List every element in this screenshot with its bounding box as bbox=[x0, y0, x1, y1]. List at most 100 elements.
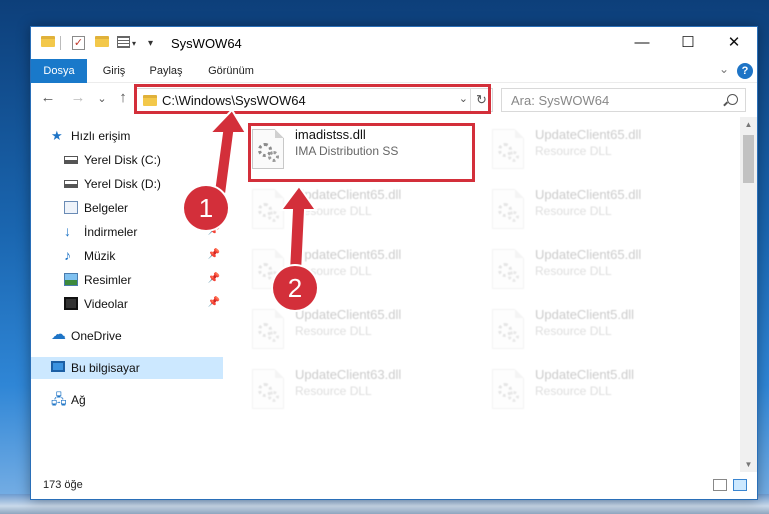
network-icon: 🖧 bbox=[51, 391, 67, 407]
dll-file-icon bbox=[492, 129, 524, 169]
search-icon[interactable] bbox=[727, 94, 738, 105]
dll-file-icon bbox=[492, 249, 524, 289]
pin-icon[interactable]: 📌 bbox=[208, 249, 220, 260]
recent-locations-button[interactable]: ⌄ bbox=[92, 92, 112, 105]
file-name: UpdateClient63.dll bbox=[295, 367, 402, 382]
sidebar-item-local-disk-c[interactable]: Yerel Disk (C:) bbox=[31, 149, 223, 171]
details-view-icon[interactable] bbox=[713, 479, 727, 491]
customize-view-icon[interactable] bbox=[117, 36, 130, 48]
search-placeholder: Ara: SysWOW64 bbox=[511, 93, 610, 108]
sidebar-item-music[interactable]: ♪ Müzik 📌 bbox=[31, 245, 223, 267]
status-bar: 173 öğe bbox=[31, 473, 757, 499]
file-description: Resource DLL bbox=[295, 204, 372, 218]
collapse-ribbon-icon[interactable]: ⌄ bbox=[719, 62, 729, 76]
file-item[interactable]: UpdateClient5.dll Resource DLL bbox=[486, 363, 718, 419]
file-description: Resource DLL bbox=[535, 324, 612, 338]
music-icon: ♪ bbox=[64, 247, 71, 263]
sidebar-item-label: Videolar bbox=[84, 297, 128, 311]
sidebar-item-quick-access[interactable]: ★ Hızlı erişim bbox=[31, 125, 223, 147]
sidebar-item-label: Yerel Disk (C:) bbox=[84, 153, 161, 167]
forward-button[interactable]: → bbox=[68, 89, 88, 106]
file-highlight bbox=[248, 123, 475, 182]
dll-file-icon bbox=[252, 309, 284, 349]
large-icons-view-icon[interactable] bbox=[733, 479, 747, 491]
sidebar-item-label: Ağ bbox=[71, 393, 86, 407]
quick-access-toolbar-menu-icon[interactable]: ▾ bbox=[148, 38, 153, 49]
pin-icon[interactable]: 📌 bbox=[208, 273, 220, 284]
tab-share[interactable]: Paylaş bbox=[143, 59, 189, 83]
file-description: Resource DLL bbox=[295, 384, 372, 398]
file-name: UpdateClient65.dll bbox=[535, 247, 642, 262]
pictures-icon bbox=[64, 273, 78, 286]
scroll-down-icon[interactable]: ▼ bbox=[740, 460, 757, 469]
sidebar-item-label: İndirmeler bbox=[84, 225, 138, 239]
item-count: 173 öğe bbox=[43, 479, 83, 491]
help-icon[interactable]: ? bbox=[737, 63, 753, 79]
close-button[interactable]: ✕ bbox=[711, 27, 757, 59]
downloads-icon: ↓ bbox=[64, 223, 71, 239]
sidebar-item-onedrive[interactable]: ☁ OneDrive bbox=[31, 325, 223, 347]
file-item[interactable]: UpdateClient65.dll Resource DLL bbox=[486, 183, 718, 239]
dll-file-icon bbox=[252, 189, 284, 229]
address-bar-highlight bbox=[134, 84, 491, 114]
step-2-badge: 2 bbox=[273, 266, 317, 310]
videos-icon bbox=[64, 297, 78, 310]
file-name: UpdateClient65.dll bbox=[535, 127, 642, 142]
sidebar-item-label: Bu bilgisayar bbox=[71, 361, 140, 375]
tab-home[interactable]: Giriş bbox=[95, 59, 133, 83]
file-item[interactable]: UpdateClient63.dll Resource DLL bbox=[246, 363, 478, 419]
divider bbox=[60, 36, 61, 50]
tab-file[interactable]: Dosya bbox=[31, 59, 87, 83]
file-description: Resource DLL bbox=[535, 204, 612, 218]
pin-icon[interactable]: 📌 bbox=[208, 297, 220, 308]
sidebar-item-this-pc[interactable]: Bu bilgisayar bbox=[31, 357, 223, 379]
vertical-scrollbar[interactable]: ▲ ▼ bbox=[740, 117, 757, 472]
search-input[interactable]: Ara: SysWOW64 bbox=[501, 88, 746, 112]
file-item[interactable]: UpdateClient65.dll Resource DLL bbox=[246, 303, 478, 359]
properties-icon[interactable]: ✓ bbox=[72, 36, 85, 50]
sidebar-item-label: OneDrive bbox=[71, 329, 122, 343]
file-description: Resource DLL bbox=[535, 264, 612, 278]
folder-icon bbox=[41, 36, 55, 47]
navigation-pane: ★ Hızlı erişim Yerel Disk (C:) Yerel Dis… bbox=[31, 117, 228, 473]
window-title: SysWOW64 bbox=[171, 36, 242, 51]
file-name: UpdateClient65.dll bbox=[295, 187, 402, 202]
file-item[interactable]: UpdateClient65.dll Resource DLL bbox=[246, 183, 478, 239]
file-item[interactable]: UpdateClient65.dll Resource DLL bbox=[486, 123, 718, 179]
sidebar-item-label: Belgeler bbox=[84, 201, 129, 215]
ribbon-tabs: Dosya Giriş Paylaş Görünüm ⌄ ? bbox=[31, 59, 757, 83]
sidebar-item-label: Müzik bbox=[84, 249, 116, 263]
new-folder-icon[interactable] bbox=[95, 36, 109, 47]
file-item[interactable]: UpdateClient5.dll Resource DLL bbox=[486, 303, 718, 359]
minimize-button[interactable]: — bbox=[619, 27, 665, 59]
dll-file-icon bbox=[492, 189, 524, 229]
file-name: UpdateClient65.dll bbox=[535, 187, 642, 202]
dll-file-icon bbox=[492, 369, 524, 409]
drive-icon bbox=[64, 180, 78, 188]
star-icon: ★ bbox=[51, 128, 63, 143]
sidebar-item-network[interactable]: 🖧 Ağ bbox=[31, 389, 223, 411]
file-description: Resource DLL bbox=[535, 384, 612, 398]
file-description: Resource DLL bbox=[535, 144, 612, 158]
file-name: UpdateClient5.dll bbox=[535, 307, 635, 322]
chevron-down-icon[interactable]: ▾ bbox=[132, 39, 136, 48]
scroll-up-icon[interactable]: ▲ bbox=[740, 120, 757, 129]
tab-view[interactable]: Görünüm bbox=[201, 59, 261, 83]
step-1-badge: 1 bbox=[184, 186, 228, 230]
drive-icon bbox=[64, 156, 78, 164]
title-bar: ✓ ▾ ▾ SysWOW64 — ☐ ✕ bbox=[31, 27, 757, 59]
file-name: UpdateClient65.dll bbox=[295, 307, 402, 322]
scrollbar-thumb[interactable] bbox=[743, 135, 754, 183]
dll-file-icon bbox=[252, 369, 284, 409]
sidebar-item-pictures[interactable]: Resimler 📌 bbox=[31, 269, 223, 291]
file-name: UpdateClient5.dll bbox=[535, 367, 635, 382]
up-button[interactable]: ↑ bbox=[113, 89, 133, 106]
this-pc-icon bbox=[51, 361, 65, 372]
file-description: Resource DLL bbox=[295, 324, 372, 338]
file-item[interactable]: UpdateClient65.dll Resource DLL bbox=[486, 243, 718, 299]
maximize-button[interactable]: ☐ bbox=[665, 27, 711, 59]
onedrive-icon: ☁ bbox=[51, 326, 66, 343]
dll-file-icon bbox=[492, 309, 524, 349]
sidebar-item-videos[interactable]: Videolar 📌 bbox=[31, 293, 223, 315]
back-button[interactable]: ← bbox=[38, 89, 58, 106]
